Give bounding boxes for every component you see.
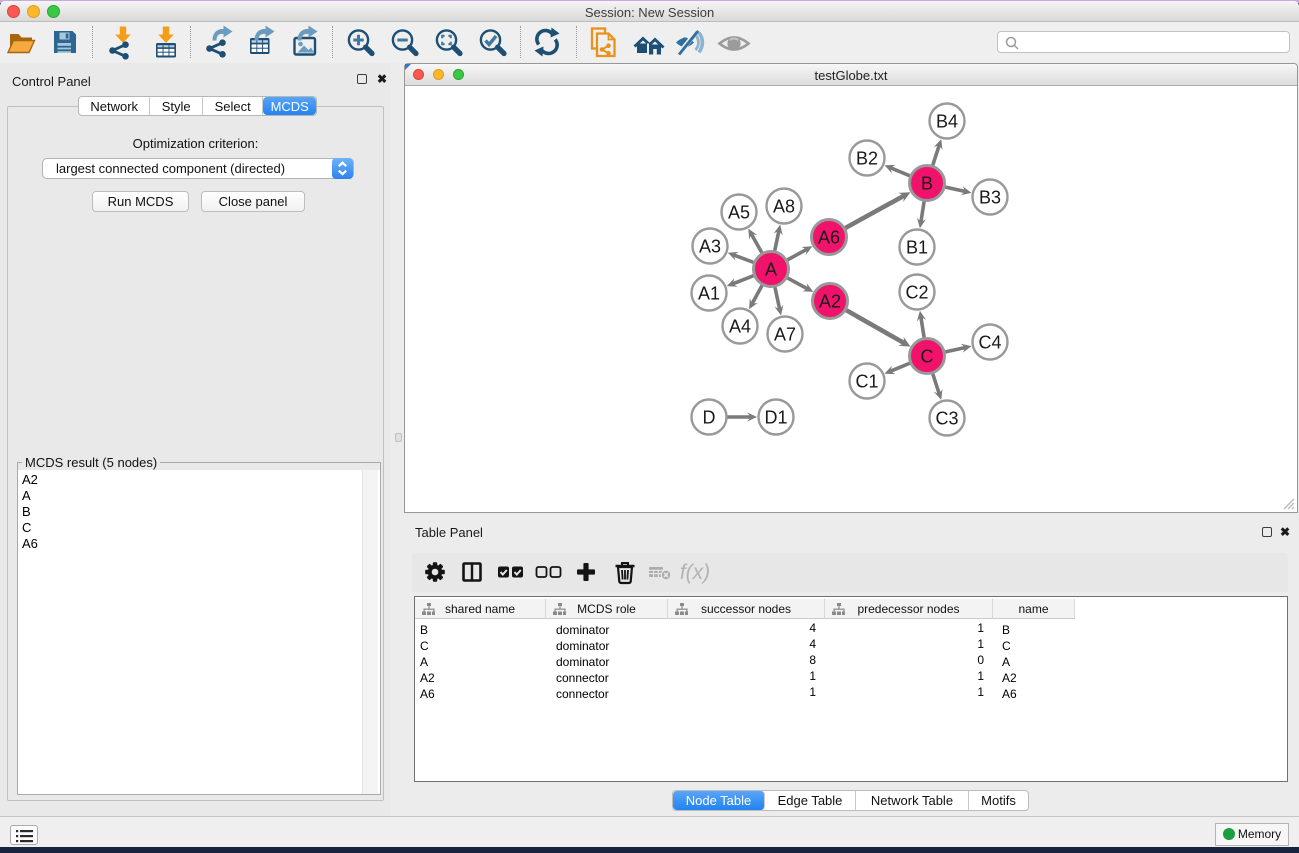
- svg-text:A2: A2: [819, 292, 841, 312]
- svg-text:f(x): f(x): [680, 561, 710, 584]
- svg-text:B: B: [921, 174, 933, 194]
- svg-text:C4: C4: [978, 333, 1001, 353]
- svg-text:A7: A7: [774, 325, 796, 345]
- svg-text:A8: A8: [773, 197, 795, 217]
- svg-text:A6: A6: [818, 228, 840, 248]
- svg-text:B3: B3: [979, 188, 1001, 208]
- svg-text:A5: A5: [728, 203, 750, 223]
- svg-text:B4: B4: [936, 112, 958, 132]
- svg-text:A: A: [765, 260, 777, 280]
- svg-text:A4: A4: [729, 317, 751, 337]
- svg-text:C2: C2: [905, 283, 928, 303]
- svg-text:D: D: [703, 408, 716, 428]
- svg-text:B2: B2: [856, 149, 878, 169]
- svg-text:A3: A3: [699, 237, 721, 257]
- svg-text:C: C: [921, 347, 934, 367]
- svg-text:B1: B1: [906, 238, 928, 258]
- svg-text:C1: C1: [855, 372, 878, 392]
- svg-text:C3: C3: [935, 409, 958, 429]
- svg-text:A1: A1: [698, 284, 720, 304]
- svg-text:D1: D1: [764, 408, 787, 428]
